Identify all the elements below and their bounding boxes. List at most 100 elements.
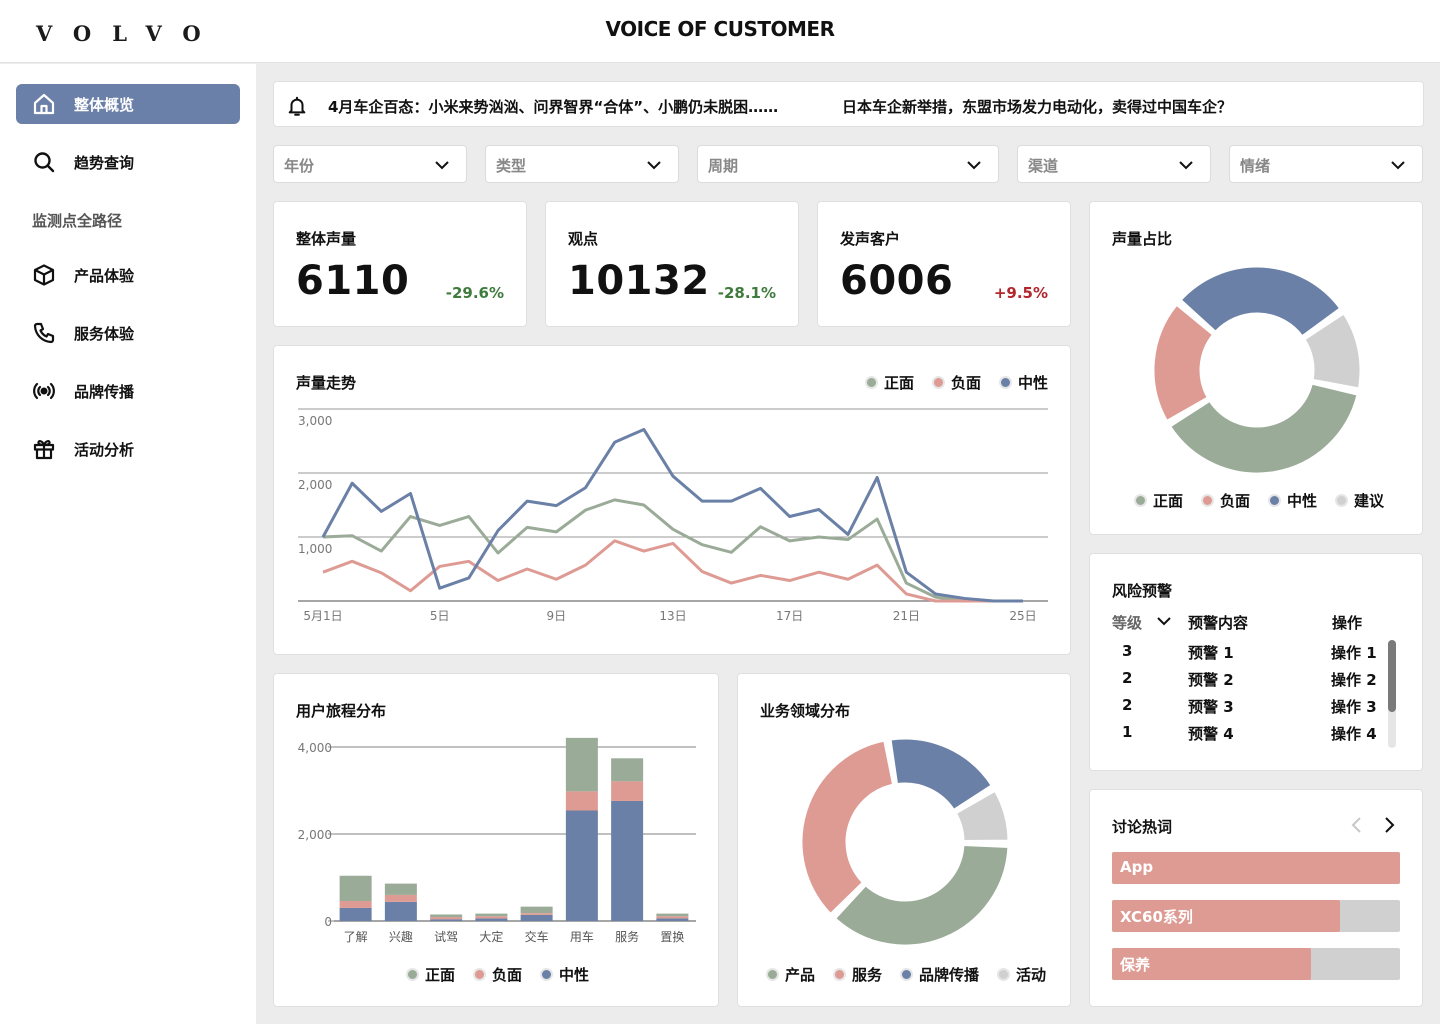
legend-item-suggestion[interactable]: 建议	[1335, 490, 1384, 511]
bar-segment-negative	[565, 791, 598, 811]
legend-item-service[interactable]: 服务	[833, 964, 882, 985]
legend-label: 建议	[1354, 492, 1385, 510]
risk-action-link[interactable]: 操作 3	[1331, 696, 1377, 717]
chevron-down-icon	[1156, 613, 1172, 633]
period-filter[interactable]: 周期	[697, 145, 999, 183]
sentiment-filter[interactable]: 情绪	[1229, 145, 1423, 183]
filter-placeholder: 类型	[496, 157, 527, 175]
x-tick-label: 13日	[659, 609, 686, 623]
legend-label: 活动	[1016, 966, 1047, 984]
bar-segment-negative	[611, 781, 644, 801]
content-header: 预警内容	[1188, 614, 1249, 632]
chart-title: 业务领域分布	[760, 702, 851, 720]
sidebar-item-label: 整体概览	[74, 95, 135, 114]
legend-dot	[1335, 494, 1349, 507]
journey-bar-chart[interactable]: 4,000 2,000 0 了解 兴趣 试驾 大定 交车 用车 服务 置换	[274, 674, 720, 954]
y-tick-label: 2,000	[298, 478, 332, 492]
sidebar-item-overview[interactable]: 整体概览	[16, 84, 240, 124]
search-icon	[32, 150, 56, 174]
bell-icon[interactable]	[286, 94, 308, 122]
card-title: 风险预警	[1112, 582, 1173, 600]
legend-dot	[900, 968, 914, 981]
scrollbar[interactable]	[1388, 640, 1396, 748]
x-tick-label: 用车	[570, 929, 594, 944]
bar-segment-positive	[339, 875, 372, 901]
bar-segment-neutral	[611, 800, 644, 921]
trend-line-chart[interactable]: 3,000 2,000 1,000 5月1日 5日 9日 13日 17日 21日 25日	[274, 346, 1072, 656]
hot-words-card: 讨论热词 App XC60系列 保养	[1089, 789, 1423, 1007]
legend-item-positive[interactable]: 正面	[406, 964, 455, 985]
legend-item-positive[interactable]: 正面	[1134, 490, 1183, 511]
kpi-card-volume[interactable]: 整体声量 6110 -29.6%	[273, 201, 527, 327]
sidebar-item-brand[interactable]: 品牌传播	[16, 371, 240, 411]
kpi-card-opinions[interactable]: 观点 10132 -28.1%	[545, 201, 799, 327]
chevron-down-icon	[1390, 157, 1406, 177]
filter-placeholder: 渠道	[1028, 157, 1059, 175]
type-filter[interactable]: 类型	[485, 145, 679, 183]
chevron-left-icon[interactable]	[1349, 816, 1365, 838]
sidebar-item-label: 产品体验	[74, 266, 135, 285]
legend-label: 中性	[559, 966, 590, 984]
risk-content: 预警 2	[1188, 671, 1234, 689]
legend-item-activity[interactable]: 活动	[997, 964, 1046, 985]
risk-level: 2	[1122, 696, 1133, 714]
legend-label: 产品	[785, 966, 816, 984]
legend-dot	[1201, 494, 1215, 507]
legend-item-negative[interactable]: 负面	[1201, 490, 1250, 511]
bar-segment-neutral	[430, 919, 463, 921]
hot-word-label: App	[1120, 858, 1154, 876]
channel-filter[interactable]: 渠道	[1017, 145, 1211, 183]
legend-item-product[interactable]: 产品	[766, 964, 815, 985]
sidebar-item-label: 品牌传播	[74, 382, 135, 401]
news-item[interactable]: 日本车企新举措，东盟市场发力电动化，卖得过中国车企？	[842, 96, 1232, 117]
sidebar-item-trend-query[interactable]: 趋势查询	[16, 142, 240, 182]
chevron-down-icon	[966, 157, 982, 177]
news-item[interactable]: 4月车企百态：小米来势汹汹、问界智界“合体”、小鹏仍未脱困……	[328, 96, 778, 117]
risk-content: 预警 4	[1188, 725, 1234, 743]
news-ticker: 4月车企百态：小米来势汹汹、问界智界“合体”、小鹏仍未脱困…… 日本车企新举措，…	[273, 81, 1424, 127]
level-sort-header[interactable]: 等级	[1112, 612, 1171, 633]
share-donut-chart[interactable]	[1090, 242, 1424, 502]
sidebar-item-product[interactable]: 产品体验	[16, 255, 240, 295]
chevron-right-icon[interactable]	[1381, 816, 1397, 838]
risk-content: 预警 1	[1188, 644, 1234, 662]
x-tick-label: 25日	[1009, 609, 1036, 623]
risk-action-link[interactable]: 操作 4	[1331, 723, 1377, 744]
legend-dot	[833, 968, 847, 981]
legend-item-brand[interactable]: 品牌传播	[900, 964, 979, 985]
risk-action-link[interactable]: 操作 2	[1331, 669, 1377, 690]
bar-segment-positive	[565, 737, 598, 792]
hot-word-bar[interactable]: 保养	[1112, 948, 1400, 980]
legend-item-neutral[interactable]: 中性	[540, 964, 589, 985]
sidebar: 整体概览 趋势查询 监测点全路径 产品体验 服务体验 品牌传播 活动分析	[0, 64, 256, 1024]
scrollbar-thumb[interactable]	[1388, 640, 1396, 712]
domain-donut-chart[interactable]	[738, 722, 1072, 962]
hot-word-bar[interactable]: XC60系列	[1112, 900, 1400, 932]
y-tick-label: 1,000	[298, 542, 332, 556]
kpi-value: 10132	[568, 258, 710, 304]
sidebar-section-label: 监测点全路径	[32, 212, 123, 230]
legend-dot	[540, 968, 554, 981]
legend-dot	[997, 968, 1011, 981]
bar-segment-negative	[520, 913, 553, 915]
kpi-change: -29.6%	[445, 284, 504, 302]
risk-level: 2	[1122, 669, 1133, 687]
x-tick-label: 大定	[479, 929, 503, 944]
x-tick-label: 21日	[893, 609, 920, 623]
legend-item-neutral[interactable]: 中性	[1268, 490, 1317, 511]
risk-action-link[interactable]: 操作 1	[1331, 642, 1377, 663]
sidebar-item-service[interactable]: 服务体验	[16, 313, 240, 353]
action-header: 操作	[1332, 614, 1363, 632]
hot-word-bar[interactable]: App	[1112, 852, 1400, 884]
kpi-card-customers[interactable]: 发声客户 6006 +9.5%	[817, 201, 1071, 327]
legend-item-negative[interactable]: 负面	[473, 964, 522, 985]
x-tick-label: 5月1日	[303, 609, 342, 623]
cube-icon	[32, 263, 56, 287]
year-filter[interactable]: 年份	[273, 145, 467, 183]
hot-word-label: XC60系列	[1120, 908, 1193, 926]
trend-chart-card: 声量走势 正面 负面 中性 3,000 2,000 1,000 5月1日 5日 9日 13日…	[273, 345, 1071, 655]
bar-segment-positive	[475, 913, 508, 917]
bar-segment-neutral	[520, 914, 553, 921]
sidebar-item-activity[interactable]: 活动分析	[16, 429, 240, 469]
sidebar-item-label: 服务体验	[74, 324, 135, 343]
